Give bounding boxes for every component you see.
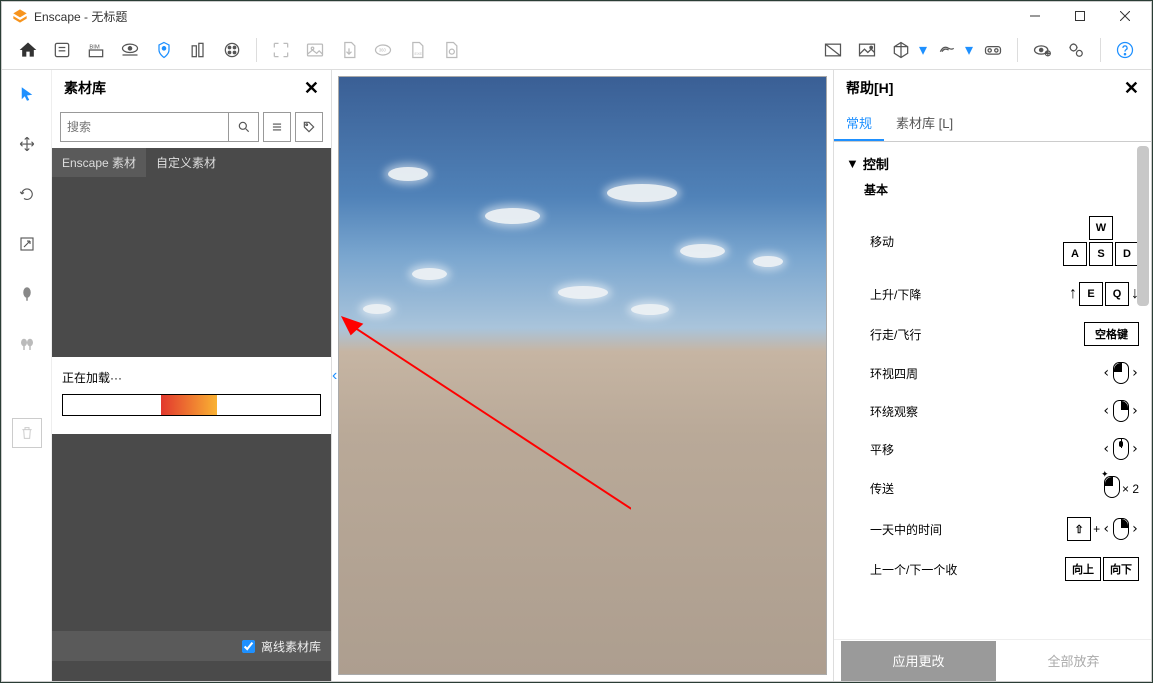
svg-text:EXE: EXE <box>415 52 423 56</box>
screenshot-button[interactable] <box>265 34 297 66</box>
label-teleport: 传送 <box>870 480 894 497</box>
label-prevnext: 上一个/下一个收 <box>870 561 957 578</box>
move-tool[interactable] <box>11 128 43 160</box>
help-button[interactable] <box>1109 34 1141 66</box>
separator-icon <box>1100 38 1101 62</box>
titlebar: Enscape - 无标题 <box>2 2 1151 30</box>
matlib-title: 素材库 <box>64 78 106 98</box>
loading-text: 正在加载··· <box>62 369 321 386</box>
viewport-container: ︿ ‹ <box>332 70 833 681</box>
no-image-button[interactable] <box>817 34 849 66</box>
home-button[interactable] <box>12 34 44 66</box>
app-window: Enscape - 无标题 BIM 360 EXE ▾ ▾ <box>1 1 1152 682</box>
app-logo-icon <box>12 8 28 24</box>
bim-button[interactable]: BIM <box>80 34 112 66</box>
exe-export-button[interactable]: EXE <box>401 34 433 66</box>
shift-mouse-icon: ⇧ + ‹› <box>1067 517 1139 541</box>
collapse-left-button[interactable]: ‹ <box>332 367 337 385</box>
video-path-button[interactable] <box>216 34 248 66</box>
render-viewport[interactable] <box>338 76 827 675</box>
apply-button[interactable]: 应用更改 <box>841 641 996 681</box>
label-updown: 上升/下降 <box>870 286 921 303</box>
vr-button[interactable] <box>977 34 1009 66</box>
main-toolbar: BIM 360 EXE ▾ ▾ <box>2 30 1151 70</box>
material-grid-upper <box>52 177 331 357</box>
wing-mode-button[interactable] <box>931 34 963 66</box>
site-context-button[interactable] <box>182 34 214 66</box>
offline-label: 离线素材库 <box>261 638 321 655</box>
label-pan: 平移 <box>870 441 894 458</box>
asset-library-button[interactable] <box>148 34 180 66</box>
window-title: Enscape - 无标题 <box>34 8 1012 25</box>
tab-enscape-materials[interactable]: Enscape 素材 <box>52 148 146 177</box>
matlib-tabs: Enscape 素材 自定义素材 <box>52 148 331 177</box>
scale-tool[interactable] <box>11 228 43 260</box>
help-close-button[interactable]: ✕ <box>1124 78 1139 99</box>
delete-tool[interactable] <box>12 418 42 448</box>
rotate-tool[interactable] <box>11 178 43 210</box>
help-footer: 应用更改 全部放弃 <box>834 639 1151 681</box>
label-orbit: 环绕观察 <box>870 403 918 420</box>
view-management-button[interactable] <box>114 34 146 66</box>
offline-checkbox[interactable] <box>242 640 255 653</box>
help-content: ▼ 控制 基本 移动 W A S D 上升/下降 <box>834 142 1151 639</box>
section-basic: 基本 <box>864 181 1139 198</box>
main-area: 素材库 ✕ Enscape 素材 自定义素材 正在加载··· <box>2 70 1151 681</box>
tab-custom-materials[interactable]: 自定义素材 <box>146 148 226 177</box>
render-quality-button[interactable] <box>851 34 883 66</box>
left-sidebar <box>2 70 52 681</box>
matlib-close-button[interactable]: ✕ <box>304 78 319 99</box>
label-walkfly: 行走/飞行 <box>870 326 921 343</box>
help-title: 帮助[H] <box>846 78 893 98</box>
mouse-mid-icon: ‹› <box>1102 438 1139 460</box>
general-settings-button[interactable] <box>1060 34 1092 66</box>
search-input[interactable] <box>61 113 228 141</box>
tag-button[interactable] <box>295 112 323 142</box>
updown-keys-icon: 向上 向下 <box>1065 557 1139 581</box>
select-tool[interactable] <box>11 78 43 110</box>
label-look: 环视四周 <box>870 365 918 382</box>
progress-bar <box>62 394 321 416</box>
panorama-button[interactable]: 360 <box>367 34 399 66</box>
collapse-arrow-icon[interactable]: ▼ <box>846 156 859 171</box>
dropdown-arrow-icon[interactable]: ▾ <box>965 40 975 60</box>
dropdown-arrow-icon[interactable]: ▾ <box>919 40 929 60</box>
label-move: 移动 <box>870 233 894 250</box>
perspective-button[interactable] <box>885 34 917 66</box>
mouse-right-icon: ‹› <box>1102 400 1139 422</box>
web-export-button[interactable] <box>435 34 467 66</box>
help-panel: 帮助[H] ✕ 常规 素材库 [L] ▼控制 基本 移动 W A S <box>833 70 1151 681</box>
batch-export-button[interactable] <box>333 34 365 66</box>
wasd-keys-icon: W A S D <box>1063 216 1139 266</box>
label-timeofday: 一天中的时间 <box>870 521 942 538</box>
discard-button[interactable]: 全部放弃 <box>996 641 1151 681</box>
multi-asset-tool[interactable] <box>11 328 43 360</box>
scrollbar[interactable] <box>1137 146 1149 635</box>
section-control: 控制 <box>863 154 889 173</box>
list-view-button[interactable] <box>263 112 291 142</box>
material-grid-lower <box>52 434 331 631</box>
material-library-panel: 素材库 ✕ Enscape 素材 自定义素材 正在加载··· <box>52 70 332 681</box>
eq-keys-icon: ↑ E Q ↓ <box>1069 282 1139 306</box>
tab-help-matlib[interactable]: 素材库 [L] <box>884 106 965 141</box>
annotation-arrow-icon <box>339 292 631 531</box>
visual-settings-button[interactable] <box>1026 34 1058 66</box>
separator-icon <box>256 38 257 62</box>
tab-general[interactable]: 常规 <box>834 106 884 141</box>
settings-notes-button[interactable] <box>46 34 78 66</box>
mouse-double-icon: ✦× 2 <box>1104 476 1139 501</box>
mouse-left-icon: ‹› <box>1102 362 1139 384</box>
close-button[interactable] <box>1102 2 1147 30</box>
single-asset-tool[interactable] <box>11 278 43 310</box>
space-key-icon: 空格键 <box>1084 322 1139 346</box>
search-button[interactable] <box>228 113 258 141</box>
minimize-button[interactable] <box>1012 2 1057 30</box>
separator-icon <box>1017 38 1018 62</box>
loading-indicator: 正在加载··· <box>52 357 331 434</box>
maximize-button[interactable] <box>1057 2 1102 30</box>
svg-text:360: 360 <box>379 47 387 52</box>
image-export-button[interactable] <box>299 34 331 66</box>
